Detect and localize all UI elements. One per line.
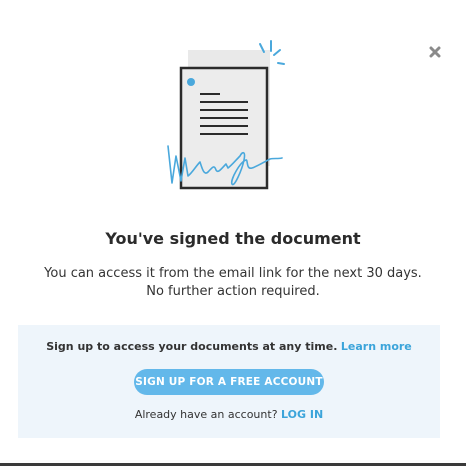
account-prompt-text: Already have an account? (134, 408, 278, 421)
close-button[interactable] (426, 43, 444, 61)
dialog-description: You can access it from the email link fo… (0, 265, 466, 301)
signed-document-icon (167, 40, 285, 190)
description-line: You can access it from the email link fo… (44, 266, 422, 281)
signup-promo-text: Sign up to access your documents at any … (46, 340, 338, 353)
close-icon (429, 46, 441, 58)
signup-promo-panel: Sign up to access your documents at any … (18, 325, 440, 438)
login-link[interactable]: LOG IN (281, 408, 323, 421)
login-prompt: Already have an account? LOG IN (18, 408, 440, 421)
dialog-title: You've signed the document (105, 229, 361, 248)
signup-button[interactable]: SIGN UP FOR A FREE ACCOUNT (134, 369, 324, 395)
signup-promo-line: Sign up to access your documents at any … (18, 340, 440, 353)
signed-confirmation-dialog: You've signed the document You can acces… (0, 0, 466, 466)
description-line: No further action required. (146, 284, 320, 299)
learn-more-link[interactable]: Learn more (341, 340, 412, 353)
